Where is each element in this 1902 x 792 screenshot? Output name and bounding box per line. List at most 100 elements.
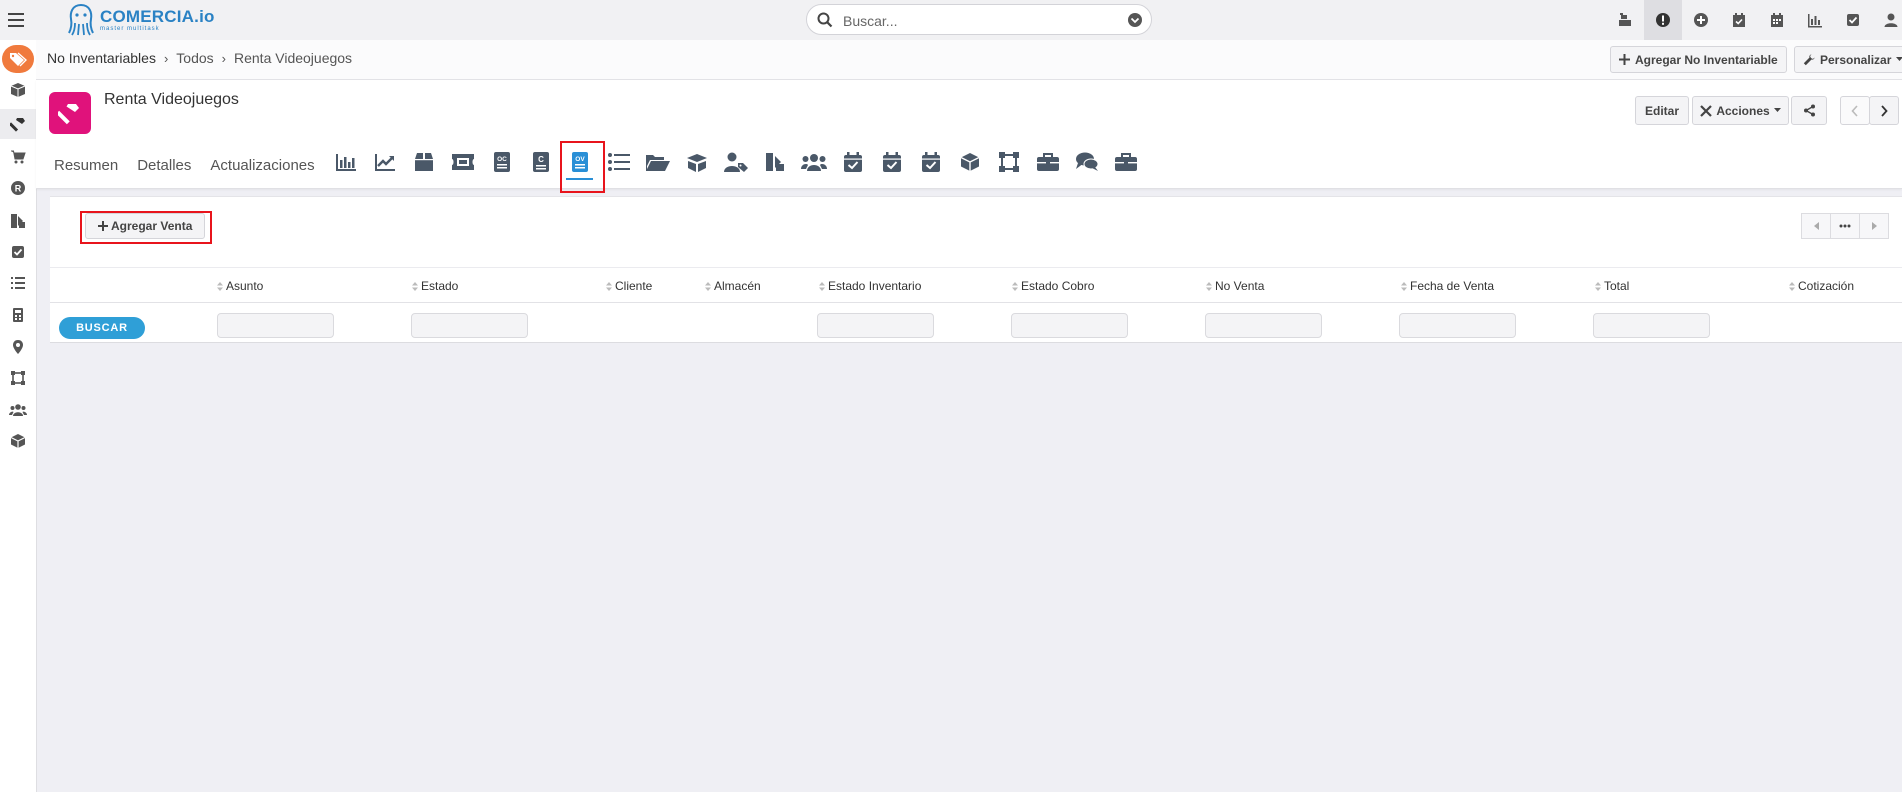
table-header: Asunto Estado Cliente Almacén Estado Inv… — [50, 267, 1902, 303]
add-venta-button[interactable]: Agregar Venta — [85, 213, 206, 239]
column-label: Cliente — [615, 279, 653, 293]
sort-icon — [412, 281, 418, 291]
previous-record-button[interactable] — [1840, 96, 1870, 125]
vector-square-icon[interactable] — [0, 363, 36, 393]
registered-icon[interactable]: R — [0, 173, 36, 203]
breadcrumb-no-inventariables[interactable]: No Inventariables — [47, 50, 156, 66]
users-icon[interactable] — [0, 395, 36, 425]
search-input[interactable] — [841, 10, 1125, 32]
search-button[interactable]: BUSCAR — [59, 317, 145, 339]
actions-button[interactable]: Acciones — [1692, 96, 1789, 125]
comments-icon[interactable] — [1067, 144, 1106, 180]
cash-register-icon[interactable] — [1606, 0, 1644, 40]
users-icon[interactable] — [794, 144, 833, 180]
add-no-inventariable-button[interactable]: Agregar No Inventariable — [1610, 46, 1787, 73]
tab-actualizaciones[interactable]: Actualizaciones — [210, 157, 314, 174]
caret-down-icon — [1896, 57, 1902, 62]
left-sidebar: R — [0, 40, 37, 792]
chevron-down-circle-icon[interactable] — [1127, 12, 1143, 28]
chevron-right-icon — [1880, 104, 1888, 117]
cube-icon[interactable] — [950, 144, 989, 180]
plus-circle-icon[interactable] — [1682, 0, 1720, 40]
tags-icon[interactable] — [755, 144, 794, 180]
column-header-no-venta[interactable]: No Venta — [1206, 279, 1264, 293]
more-options-button[interactable] — [1830, 213, 1860, 239]
logo-tagline: master multitask — [100, 26, 160, 32]
breadcrumb-todos[interactable]: Todos — [176, 50, 213, 66]
next-page-button[interactable] — [1859, 213, 1889, 239]
ticket-icon[interactable] — [443, 144, 482, 180]
breadcrumb-current: Renta Videojuegos — [234, 50, 353, 66]
global-search[interactable] — [806, 4, 1152, 35]
column-header-asunto[interactable]: Asunto — [217, 279, 263, 293]
alert-icon[interactable] — [1644, 0, 1682, 40]
column-header-total[interactable]: Total — [1595, 279, 1629, 293]
column-header-fecha-de-venta[interactable]: Fecha de Venta — [1401, 279, 1494, 293]
cube-icon[interactable] — [0, 426, 36, 456]
app-logo[interactable]: COMERCIA.io master multitask — [66, 3, 215, 37]
line-chart-icon[interactable] — [365, 144, 404, 180]
edit-button[interactable]: Editar — [1635, 96, 1689, 125]
ellipsis-icon — [1839, 224, 1851, 228]
personalizar-button[interactable]: Personalizar — [1794, 46, 1902, 73]
share-button[interactable] — [1791, 96, 1827, 125]
list-icon[interactable] — [0, 268, 36, 298]
calendar-check-icon[interactable] — [911, 144, 950, 180]
user-tag-icon[interactable] — [716, 144, 755, 180]
check-square-icon[interactable] — [1834, 0, 1872, 40]
column-header-estado-inventario[interactable]: Estado Inventario — [819, 279, 921, 293]
sort-icon — [1401, 281, 1407, 291]
column-header-cotizacion[interactable]: Cotización — [1789, 279, 1854, 293]
calculator-icon[interactable] — [0, 300, 36, 330]
column-header-estado[interactable]: Estado — [412, 279, 458, 293]
bar-chart-icon[interactable] — [1796, 0, 1834, 40]
previous-page-button[interactable] — [1801, 213, 1831, 239]
vector-square-icon[interactable] — [989, 144, 1028, 180]
filter-input-estado[interactable] — [411, 313, 528, 338]
filter-input-estado-inventario[interactable] — [817, 313, 934, 338]
box-open-icon[interactable] — [677, 144, 716, 180]
next-record-button[interactable] — [1869, 96, 1899, 125]
hamburger-menu-icon[interactable] — [6, 9, 28, 31]
sort-icon — [705, 281, 711, 291]
filter-input-no-venta[interactable] — [1205, 313, 1322, 338]
calendar-check-icon[interactable] — [1720, 0, 1758, 40]
tags-module-icon[interactable] — [2, 45, 34, 73]
box-icon[interactable] — [404, 144, 443, 180]
calendar-icon[interactable] — [1758, 0, 1796, 40]
calendar-check-icon[interactable] — [872, 144, 911, 180]
tab-resumen[interactable]: Resumen — [54, 157, 118, 174]
filter-input-total[interactable] — [1593, 313, 1710, 338]
chevron-left-icon — [1851, 104, 1859, 117]
box-icon[interactable] — [0, 75, 36, 105]
chevron-right-icon: › — [221, 50, 226, 66]
filter-input-estado-cobro[interactable] — [1011, 313, 1128, 338]
tags-icon[interactable] — [0, 206, 36, 236]
check-square-icon[interactable] — [0, 237, 36, 267]
briefcase-icon[interactable] — [1028, 144, 1067, 180]
briefcase-icon[interactable] — [1106, 144, 1145, 180]
oc-document-icon[interactable]: OC — [482, 144, 521, 180]
search-icon — [817, 12, 833, 28]
list-icon[interactable] — [599, 144, 638, 180]
ov-document-icon[interactable]: OV — [560, 144, 599, 180]
column-header-cliente[interactable]: Cliente — [606, 279, 652, 293]
svg-text:OC: OC — [497, 156, 507, 163]
filter-input-fecha-de-venta[interactable] — [1399, 313, 1516, 338]
bar-chart-icon[interactable] — [326, 144, 365, 180]
map-marker-icon[interactable] — [0, 332, 36, 362]
column-header-estado-cobro[interactable]: Estado Cobro — [1012, 279, 1094, 293]
filter-input-asunto[interactable] — [217, 313, 334, 338]
hammer-icon[interactable] — [0, 109, 36, 139]
column-label: Almacén — [714, 279, 761, 293]
c-document-icon[interactable]: C — [521, 144, 560, 180]
column-label: No Venta — [1215, 279, 1265, 293]
folder-open-icon[interactable] — [638, 144, 677, 180]
octopus-logo-icon — [68, 4, 94, 36]
cart-icon[interactable] — [0, 142, 36, 172]
svg-text:R: R — [15, 184, 22, 194]
tab-detalles[interactable]: Detalles — [137, 157, 191, 174]
user-icon[interactable] — [1872, 0, 1902, 40]
calendar-check-icon[interactable] — [833, 144, 872, 180]
column-header-almacen[interactable]: Almacén — [705, 279, 761, 293]
